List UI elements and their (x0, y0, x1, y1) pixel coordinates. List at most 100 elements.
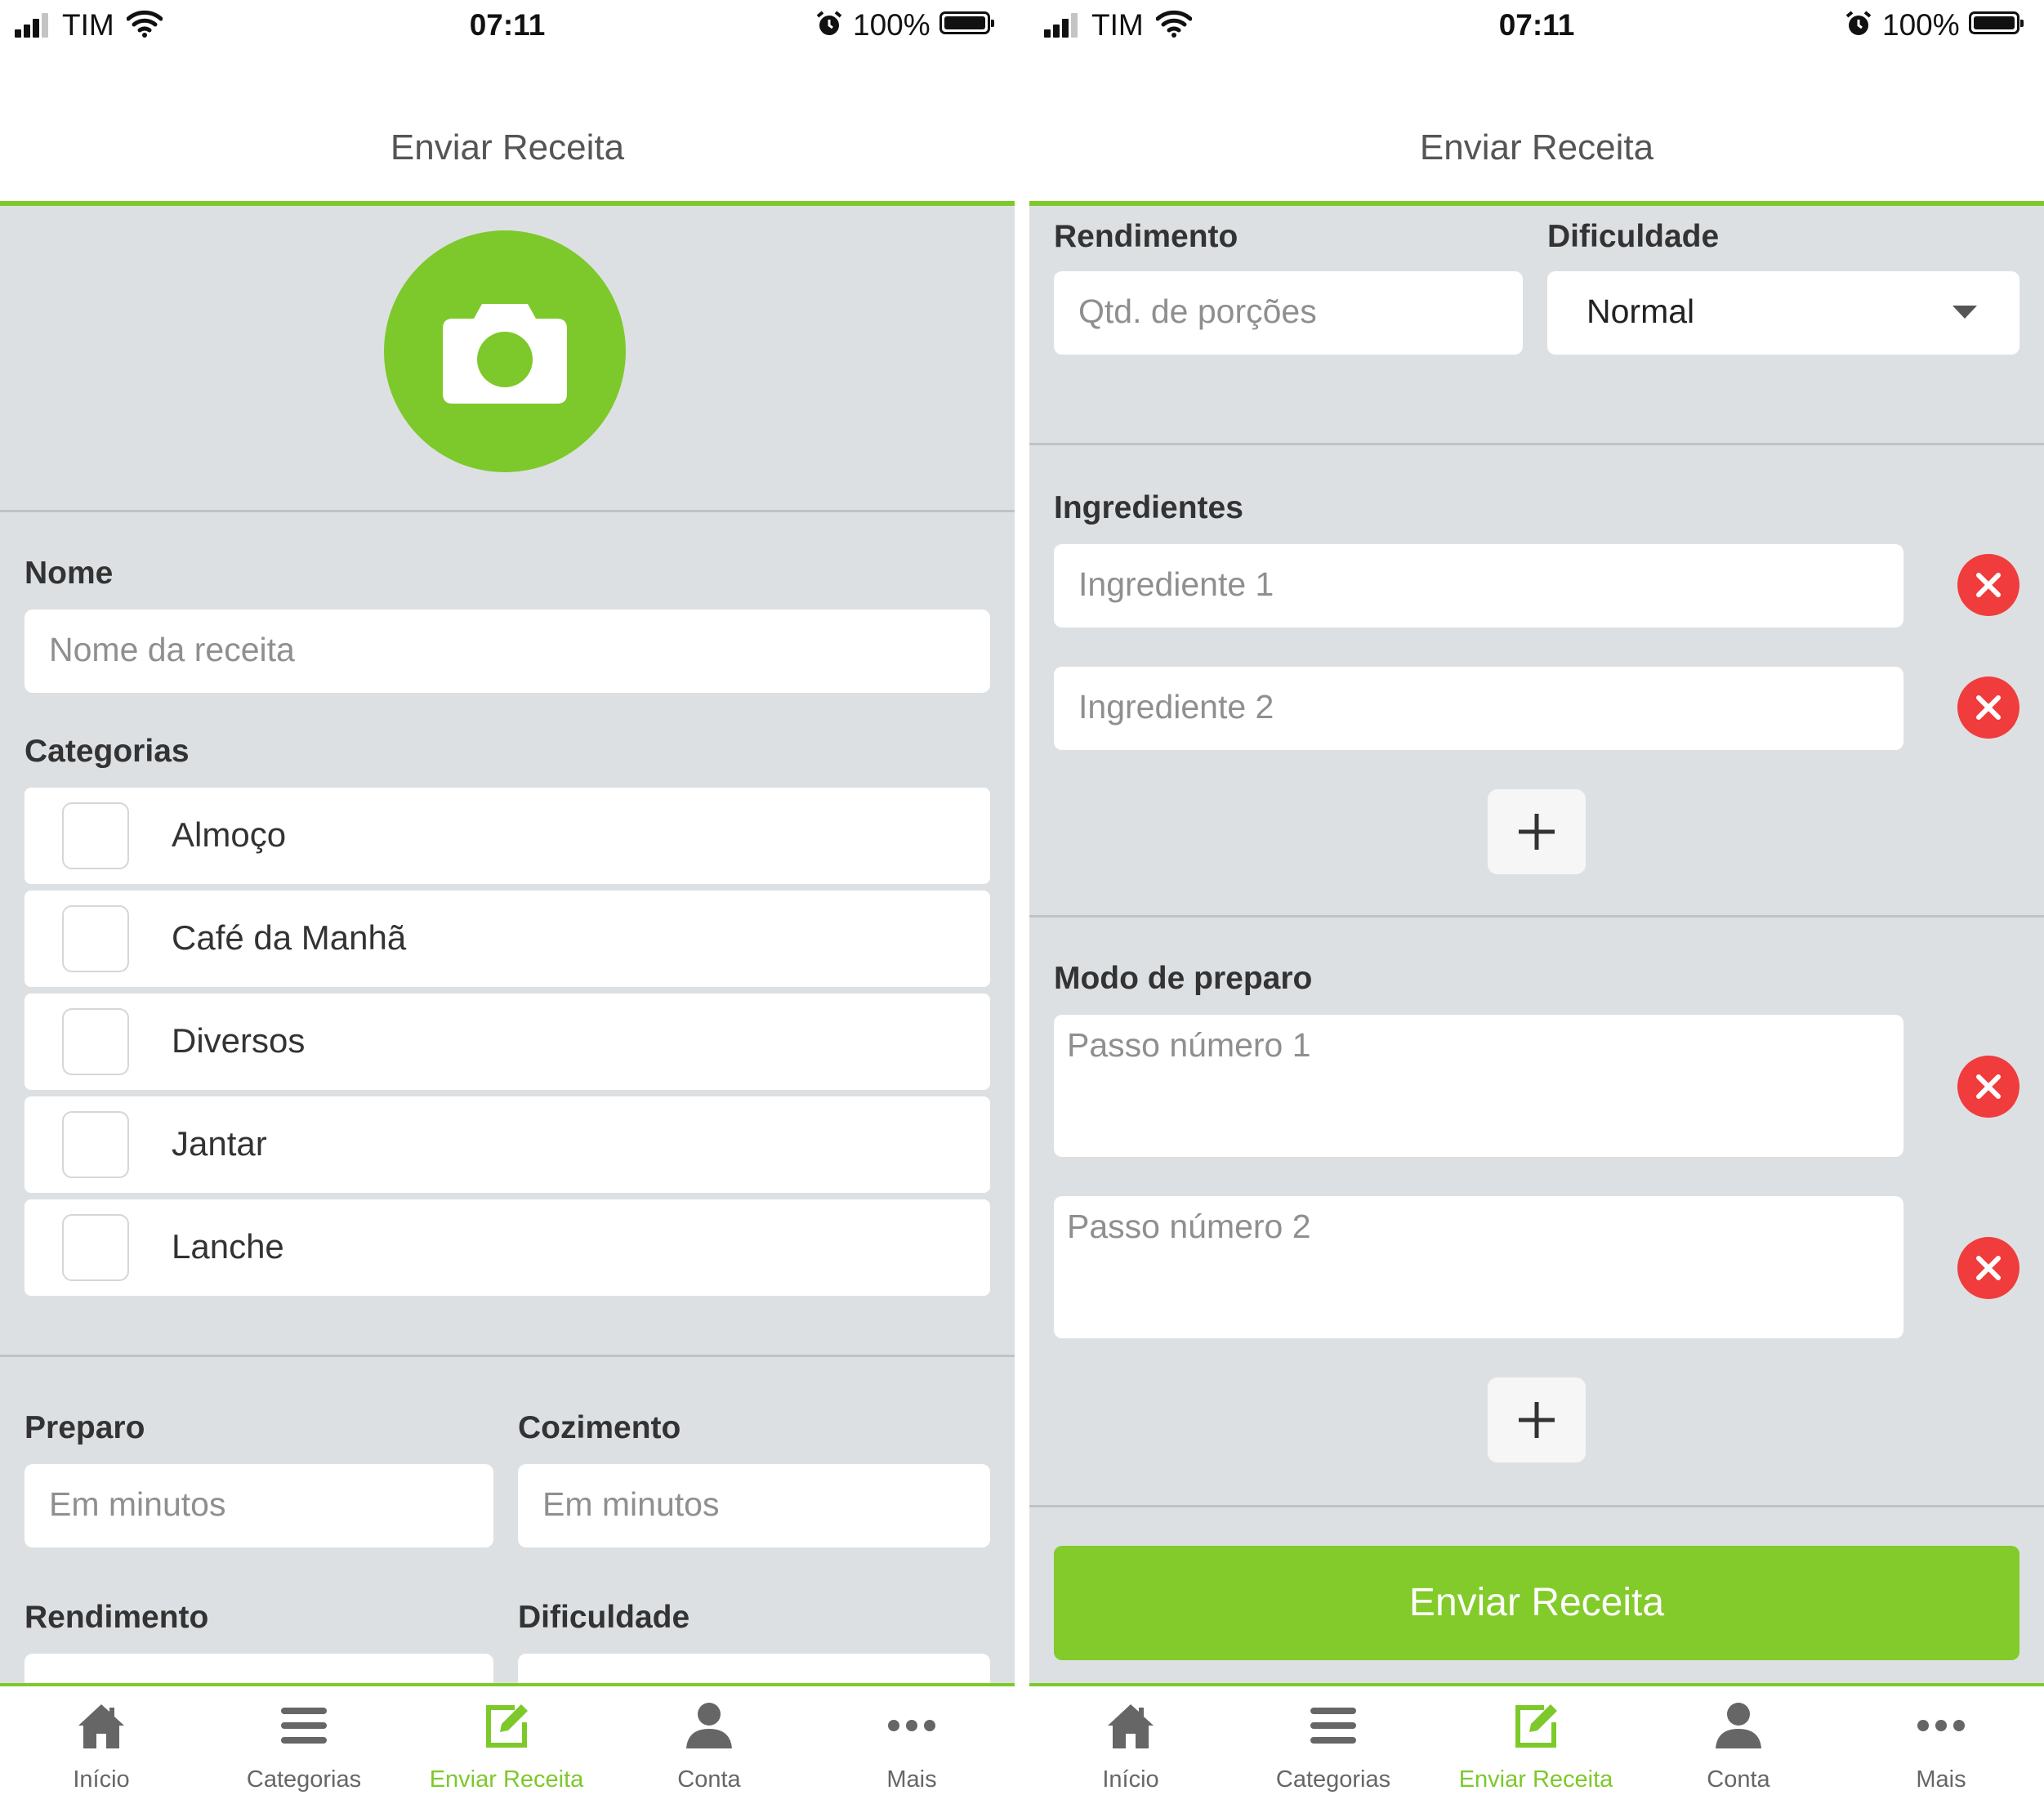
more-icon (888, 1720, 935, 1731)
ingredient-placeholder: Ingrediente 1 (1078, 565, 1274, 603)
ingredient-input[interactable]: Ingrediente 1 (1054, 544, 1903, 627)
rendimento-label: Rendimento (1054, 219, 1238, 254)
list-icon (1310, 1708, 1356, 1744)
tab-mais[interactable]: Mais (1840, 1686, 2042, 1804)
tab-label: Conta (1707, 1766, 1770, 1793)
category-checkbox[interactable] (62, 802, 129, 869)
remove-step-button[interactable] (1957, 1237, 2019, 1299)
step-textarea[interactable]: Passo número 1 (1054, 1015, 1903, 1157)
category-checkbox[interactable] (62, 1008, 129, 1075)
section-divider (1029, 443, 2044, 445)
alarm-icon (1845, 11, 1872, 35)
chevron-down-icon (1953, 306, 1977, 319)
dificuldade-value: Normal (1587, 292, 1695, 330)
category-row[interactable]: Almoço (25, 788, 990, 884)
edit-icon (486, 1704, 528, 1748)
tab-inicio[interactable]: Início (0, 1686, 203, 1804)
tab-label: Mais (1916, 1766, 1966, 1793)
ingredientes-label: Ingredientes (1054, 490, 1243, 525)
tab-conta[interactable]: Conta (608, 1686, 810, 1804)
tab-conta[interactable]: Conta (1637, 1686, 1840, 1804)
category-checkbox[interactable] (62, 1214, 129, 1281)
list-icon (281, 1708, 327, 1744)
close-icon (1976, 573, 2001, 597)
rendimento-label: Rendimento (25, 1600, 209, 1635)
preparo-input[interactable]: Em minutos (25, 1464, 493, 1547)
submit-recipe-button[interactable]: Enviar Receita (1054, 1546, 2019, 1660)
remove-ingredient-button[interactable] (1957, 554, 2019, 616)
category-checkbox[interactable] (62, 905, 129, 972)
user-icon (1716, 1703, 1761, 1748)
rendimento-input[interactable]: Qtd. de porções (1054, 271, 1523, 355)
home-icon (1108, 1704, 1154, 1748)
tab-label: Início (73, 1766, 130, 1793)
home-icon (78, 1704, 124, 1748)
section-divider (1029, 1505, 2044, 1507)
tab-categorias[interactable]: Categorias (1232, 1686, 1435, 1804)
nome-input[interactable]: Nome da receita (25, 610, 990, 693)
tab-label: Categorias (246, 1766, 362, 1793)
preparo-label: Preparo (25, 1410, 145, 1445)
status-bar: TIM 07:11 100% (1029, 0, 2044, 52)
category-label: Café da Manhã (172, 918, 407, 957)
tab-bar: Início Categorias Enviar Receita Conta M… (1029, 1683, 2044, 1804)
add-photo-button[interactable] (384, 230, 626, 472)
tab-label: Enviar Receita (429, 1766, 584, 1793)
camera-icon (443, 304, 567, 404)
tab-label: Categorias (1275, 1766, 1391, 1793)
category-row[interactable]: Lanche (25, 1199, 990, 1296)
step-textarea[interactable]: Passo número 2 (1054, 1196, 1903, 1338)
category-row[interactable]: Diversos (25, 994, 990, 1090)
close-icon (1976, 1256, 2001, 1280)
ingredient-input[interactable]: Ingrediente 2 (1054, 667, 1903, 750)
category-label: Diversos (172, 1021, 306, 1060)
tab-enviar-receita[interactable]: Enviar Receita (1435, 1686, 1637, 1804)
cozimento-label: Cozimento (518, 1410, 681, 1445)
close-icon (1976, 695, 2001, 720)
form-content: Nome Nome da receita Categorias Almoço C… (0, 206, 1015, 1683)
close-icon (1976, 1074, 2001, 1099)
tab-inicio[interactable]: Início (1029, 1686, 1232, 1804)
plus-icon (1519, 814, 1555, 850)
category-row[interactable]: Café da Manhã (25, 891, 990, 987)
preparo-placeholder: Em minutos (49, 1485, 226, 1523)
category-label: Almoço (172, 815, 287, 854)
user-icon (686, 1703, 732, 1748)
rendimento-input[interactable] (25, 1654, 493, 1683)
alarm-icon (816, 11, 842, 35)
page-title: Enviar Receita (1419, 127, 1654, 167)
tab-label: Início (1102, 1766, 1159, 1793)
nav-bar: Enviar Receita (1029, 52, 2044, 206)
screen-form-bottom: TIM 07:11 100% Enviar Receita Rendimento… (1029, 0, 2044, 1804)
category-label: Lanche (172, 1227, 284, 1266)
dificuldade-select[interactable] (518, 1654, 990, 1683)
tab-label: Conta (677, 1766, 741, 1793)
add-step-button[interactable] (1488, 1378, 1586, 1462)
cozimento-input[interactable]: Em minutos (518, 1464, 990, 1547)
remove-ingredient-button[interactable] (1957, 676, 2019, 739)
battery-percent: 100% (853, 8, 931, 42)
section-divider (1029, 915, 2044, 918)
nome-placeholder: Nome da receita (49, 631, 295, 668)
category-checkbox[interactable] (62, 1111, 129, 1178)
screen-form-top: TIM 07:11 100% Enviar Receita Nome Nome … (0, 0, 1015, 1804)
step-placeholder: Passo número 1 (1067, 1026, 1311, 1064)
category-label: Jantar (172, 1124, 267, 1163)
tab-categorias[interactable]: Categorias (203, 1686, 405, 1804)
categorias-label: Categorias (25, 734, 190, 769)
tab-enviar-receita[interactable]: Enviar Receita (405, 1686, 608, 1804)
battery-icon (939, 11, 994, 34)
page-title: Enviar Receita (390, 127, 625, 167)
dificuldade-label: Dificuldade (1547, 219, 1720, 254)
battery-percent: 100% (1882, 8, 1960, 42)
add-ingredient-button[interactable] (1488, 789, 1586, 874)
section-divider (0, 1355, 1015, 1357)
dificuldade-select[interactable]: Normal (1547, 271, 2019, 355)
remove-step-button[interactable] (1957, 1056, 2019, 1118)
submit-label: Enviar Receita (1408, 1581, 1665, 1624)
category-row[interactable]: Jantar (25, 1096, 990, 1193)
tab-label: Enviar Receita (1458, 1766, 1613, 1793)
step-placeholder: Passo número 2 (1067, 1208, 1311, 1245)
plus-icon (1519, 1402, 1555, 1438)
tab-mais[interactable]: Mais (810, 1686, 1013, 1804)
